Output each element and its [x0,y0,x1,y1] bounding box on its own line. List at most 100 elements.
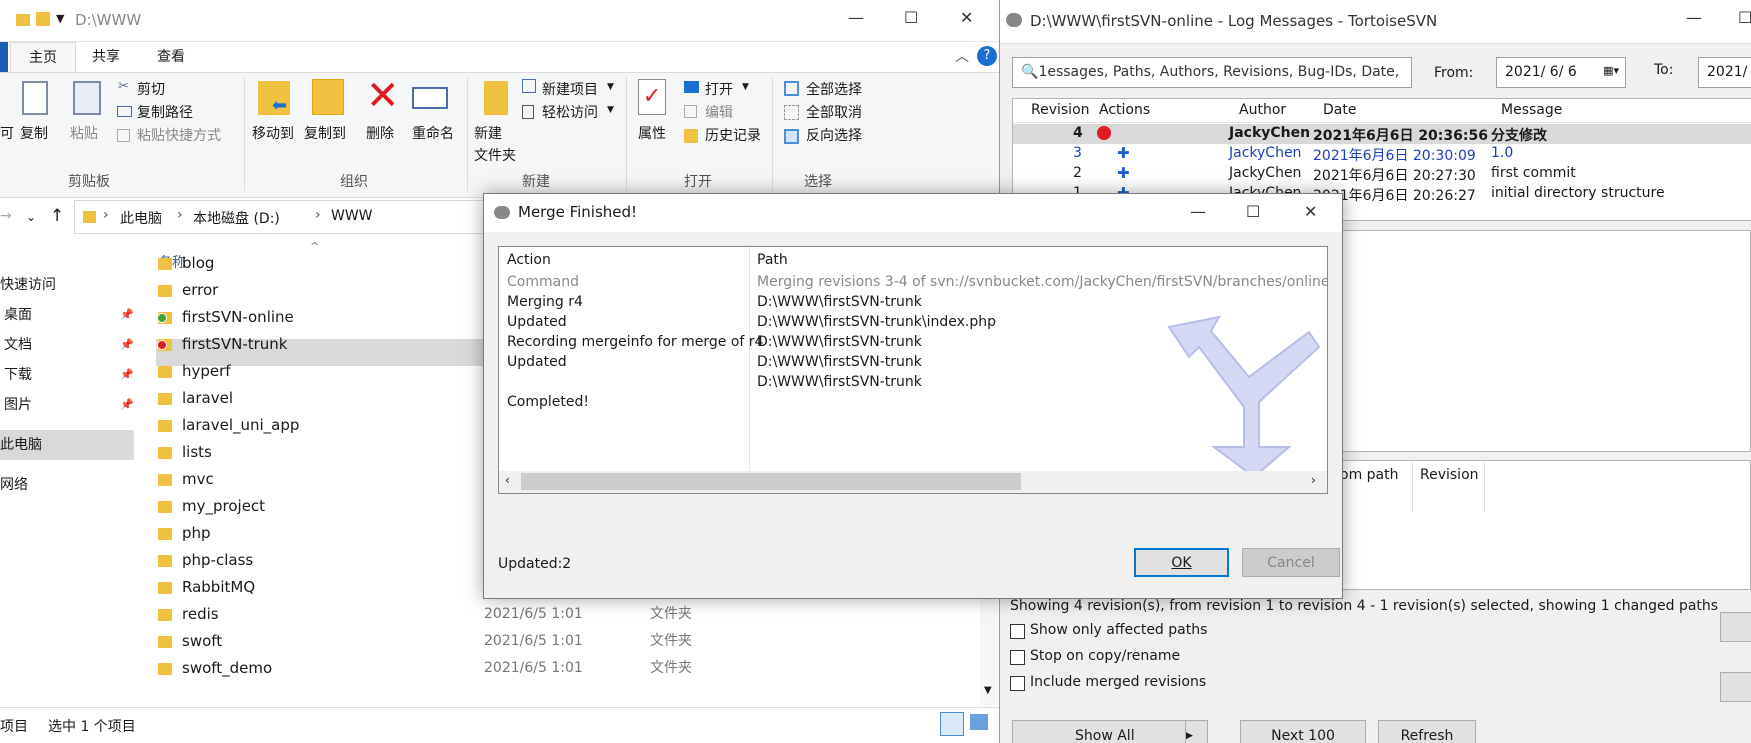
file-row[interactable]: swoft_demo 2021/6/5 1:01 文件夹 [158,655,958,682]
explorer-titlebar: ▼ D:\WWW — ☐ ✕ [0,0,999,42]
nav-downloads[interactable]: 下载 📌 [0,360,134,390]
horizontal-scrollbar[interactable]: ‹ › [499,471,1327,493]
chevron-right-icon: › [177,207,183,223]
cut-button[interactable]: 剪切 [137,79,165,99]
easy-access-button[interactable]: 轻松访问 [542,102,598,122]
new-item-button[interactable]: 新建项目 [542,79,598,99]
select-all-button[interactable]: 全部选择 [806,79,862,99]
close-button[interactable]: ✕ [1304,202,1317,221]
nav-network[interactable]: 网络 [0,470,134,500]
revision-row[interactable]: 3 ✚ JackyChen 2021年6月6日 20:30:09 1.0 [1013,144,1751,164]
minimize-button[interactable]: — [1190,202,1206,221]
collapse-ribbon-icon[interactable]: ︿ [955,46,969,66]
address-bar[interactable]: › 此电脑 › 本地磁盘 (D:) › WWW [74,200,494,234]
tab-share[interactable]: 共享 [92,46,120,66]
copy-button[interactable]: 复制 [20,123,48,143]
invert-selection-button[interactable]: 反向选择 [806,125,862,145]
from-date-picker[interactable]: 2021/ 6/ 6 ▦▾ [1496,57,1626,88]
divider [1484,461,1485,511]
cancel-button[interactable]: Cancel [1242,548,1340,577]
large-icons-view-icon[interactable] [970,714,988,730]
col-actions[interactable]: Actions [1099,102,1150,118]
file-row[interactable]: redis 2021/6/5 1:01 文件夹 [158,601,958,628]
revision-row[interactable]: 2 ✚ JackyChen 2021年6月6日 20:27:30 first commi… [1013,164,1751,184]
select-all-icon [784,81,799,96]
up-arrow-icon[interactable]: ↑ [50,206,64,226]
show-all-button[interactable]: Show All ▶ [1012,720,1208,743]
breadcrumb-drive-d[interactable]: 本地磁盘 (D:) [193,208,280,228]
breadcrumb-www[interactable]: WWW [331,208,373,224]
minimize-button[interactable]: — [1686,8,1702,27]
tab-view[interactable]: 查看 [157,46,185,66]
col-path[interactable]: Path [757,249,788,271]
details-view-icon[interactable] [940,712,964,736]
history-button[interactable]: 历史记录 [705,125,761,145]
stop-on-copy-checkbox[interactable] [1010,650,1025,665]
close-button[interactable]: ✕ [960,8,973,27]
delete-button[interactable]: 删除 [366,123,394,143]
tab-home[interactable]: 主页 [10,42,76,73]
maximize-button[interactable]: ☐ [904,8,918,27]
file-date: 2021/6/5 1:01 [484,633,583,649]
group-organize-label: 组织 [340,174,368,190]
col-copy-from-path[interactable]: om path [1340,467,1398,483]
show-only-affected-checkbox[interactable] [1010,624,1025,639]
to-date-picker[interactable]: 2021/ [1698,57,1751,88]
maximize-button[interactable]: ☐ [1246,202,1260,221]
col-revision[interactable]: Revision [1420,467,1479,483]
scroll-down-icon[interactable]: ▼ [984,685,992,696]
select-none-button[interactable]: 全部取消 [806,102,862,122]
nav-this-pc[interactable]: 此电脑 [0,430,134,460]
edit-button[interactable]: 编辑 [705,102,733,122]
col-message[interactable]: Message [1501,102,1562,118]
tab-file-blue[interactable] [0,42,8,72]
status-items: 项目 [0,719,28,735]
back-arrow-icon[interactable]: → [0,208,12,224]
new-folder-button[interactable]: 新建 文件夹 [474,123,516,167]
dialog-title: Merge Finished! [518,203,638,221]
breadcrumb-this-pc[interactable]: 此电脑 [120,208,162,228]
next-100-button[interactable]: Next 100 [1240,720,1366,743]
nav-pictures[interactable]: 图片 📌 [0,390,134,420]
folder-icon [158,473,172,486]
copy-to-button[interactable]: 复制到 [304,123,346,143]
split-arrow-icon[interactable]: ▶ [1185,721,1205,743]
refresh-button[interactable]: Refresh [1378,720,1476,743]
paste-button[interactable]: 粘贴 [70,123,98,143]
file-name: laravel_uni_app [182,416,300,434]
arrow-left-icon: ⬅ [272,95,288,116]
calendar-dropdown-icon[interactable]: ▦▾ [1603,64,1619,77]
nav-documents[interactable]: 文档 📌 [0,330,134,360]
nav-quick-access[interactable]: 快速访问 [0,270,134,300]
rename-button[interactable]: 重命名 [412,123,454,143]
side-button[interactable] [1720,612,1751,642]
properties-button[interactable]: 属性 [638,123,666,143]
quick-access-dropdown[interactable]: ▼ [56,12,64,25]
maximize-button[interactable]: ☐ [1738,8,1751,27]
paste-shortcut-button[interactable]: 粘贴快捷方式 [137,125,221,145]
col-date[interactable]: Date [1323,102,1356,118]
scroll-right-icon[interactable]: › [1311,473,1316,487]
scroll-left-icon[interactable]: ‹ [505,473,510,487]
open-button[interactable]: 打开 [705,79,733,99]
log-search-input[interactable]: 🔍1essages, Paths, Authors, Revisions, Bu… [1012,57,1412,88]
ok-button[interactable]: OK [1134,548,1229,577]
col-revision[interactable]: Revision [1031,102,1090,118]
move-to-button[interactable]: 移动到 [252,123,294,143]
revision-row[interactable]: 4 JackyChen 2021年6月6日 20:36:56 分支修改 [1013,124,1751,144]
divider [1412,461,1413,511]
stop-on-copy-label: Stop on copy/rename [1030,648,1181,664]
file-row[interactable]: swoft 2021/6/5 1:01 文件夹 [158,628,958,655]
side-button[interactable] [1720,672,1751,702]
scrollbar-thumb[interactable] [521,473,1021,490]
col-author[interactable]: Author [1239,102,1286,118]
nav-desktop[interactable]: 桌面 📌 [0,300,134,330]
minimize-button[interactable]: — [848,8,864,27]
help-icon[interactable]: ? [977,46,997,66]
copy-path-button[interactable]: 复制路径 [137,102,193,122]
group-clipboard-label: 剪贴板 [68,174,110,190]
include-merged-checkbox[interactable] [1010,676,1025,691]
from-label: From: [1434,65,1474,81]
recent-locations-icon[interactable]: ⌄ [26,210,36,224]
col-action[interactable]: Action [507,249,551,271]
